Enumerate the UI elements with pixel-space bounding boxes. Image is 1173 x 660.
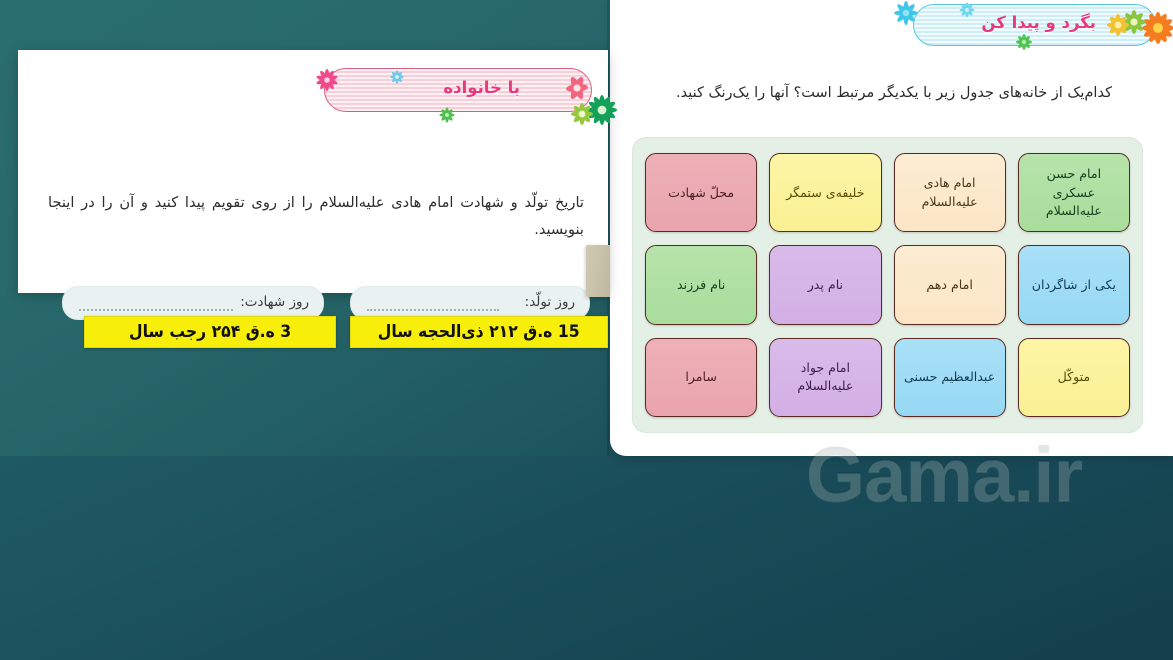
martyrdom-date-answer-highlight[interactable]: 3 ه.ق ۲۵۴ رجب سال	[84, 316, 336, 348]
table-cell[interactable]: متوکّل	[1017, 337, 1130, 417]
family-instruction-text: تاریخ تولّد و شهادت امام هادی علیه‌السلا…	[48, 194, 584, 238]
birth-date-answer-text: 15 ه.ق ۲۱۲ ذی‌الحجه سال	[378, 322, 580, 342]
page-corner-tab	[586, 245, 610, 297]
martyrdom-dotted-line	[79, 307, 233, 311]
find-question-text: کدام‌یک از خانه‌های جدول زیر با یکدیگر م…	[676, 85, 1112, 101]
martyrdom-date-field-row: روز شهادت: 3 ه.ق ۲۵۴ رجب سال	[62, 286, 336, 348]
matching-table: امام حسن عسکری علیه‌السلام امام هادی علی…	[632, 137, 1143, 433]
table-cell[interactable]: نام فرزند	[645, 245, 758, 325]
birth-date-label: روز تولّد:	[524, 294, 575, 310]
table-cell[interactable]: امام هادی علیه‌السلام	[893, 153, 1006, 233]
martyrdom-date-input[interactable]: روز شهادت:	[62, 286, 324, 320]
birth-dotted-line	[367, 307, 499, 311]
table-cell[interactable]: امام جواد علیه‌السلام	[769, 337, 882, 417]
table-cell[interactable]: سامرا	[645, 337, 758, 417]
table-cell[interactable]: محلّ شهادت	[645, 153, 758, 233]
right-page: کدام‌یک از خانه‌های جدول زیر با یکدیگر م…	[610, 0, 1173, 456]
martyrdom-date-answer-text: 3 ه.ق ۲۵۴ رجب سال	[128, 322, 292, 342]
find-and-search-banner: بگرد و پیدا کن	[913, 4, 1156, 46]
table-cell[interactable]: خلیفه‌ی ستمگر	[769, 153, 882, 233]
birth-date-answer-highlight[interactable]: 15 ه.ق ۲۱۲ ذی‌الحجه سال	[350, 316, 608, 348]
family-banner-title: با خانواده	[443, 78, 520, 97]
table-cell[interactable]: امام حسن عسکری علیه‌السلام	[1017, 153, 1130, 233]
matching-table-grid: امام حسن عسکری علیه‌السلام امام هادی علی…	[632, 137, 1143, 433]
table-cell[interactable]: عبدالعظیم حسنی	[893, 337, 1006, 417]
table-cell[interactable]: یکی از شاگردان	[1017, 245, 1130, 325]
find-banner-title: بگرد و پیدا کن	[981, 13, 1096, 32]
table-cell[interactable]: امام دهم	[893, 245, 1006, 325]
table-cell[interactable]: نام پدر	[769, 245, 882, 325]
with-family-banner: با خانواده	[324, 68, 592, 112]
martyrdom-date-label: روز شهادت:	[240, 294, 309, 310]
birth-date-field-row: روز تولّد: 15 ه.ق ۲۱۲ ذی‌الحجه سال	[350, 286, 608, 348]
birth-date-input[interactable]: روز تولّد:	[350, 286, 590, 320]
